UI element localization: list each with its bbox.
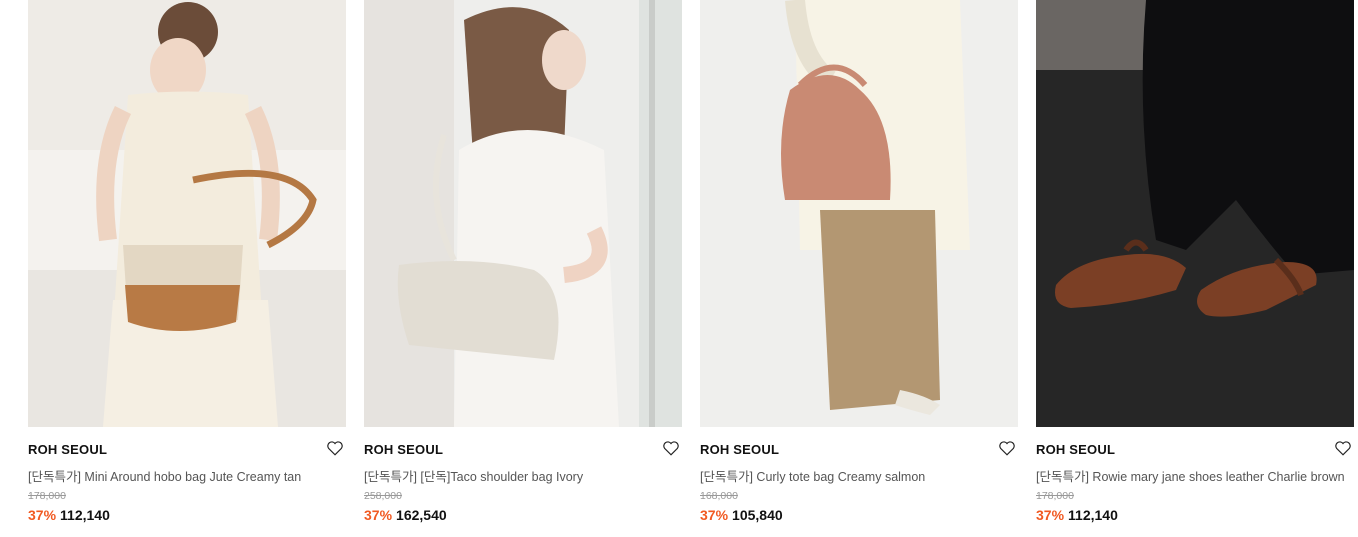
product-card[interactable]: ROH SEOUL [단독특가] Rowie mary jane shoes l… bbox=[1036, 0, 1354, 537]
shoulder-bag-photo bbox=[364, 0, 682, 427]
sale-price: 112,140 bbox=[1068, 507, 1118, 523]
heart-outline-icon[interactable] bbox=[1334, 439, 1352, 457]
original-price: 178,000 bbox=[28, 490, 66, 502]
product-card[interactable]: ROH SEOUL [단독특가] Curly tote bag Creamy s… bbox=[700, 0, 1018, 537]
original-price: 258,000 bbox=[364, 490, 402, 502]
heart-outline-icon[interactable] bbox=[326, 439, 344, 457]
product-card[interactable]: ROH SEOUL [단독특가] [단독]Taco shoulder bag I… bbox=[364, 0, 682, 537]
product-name[interactable]: [단독특가] Mini Around hobo bag Jute Creamy … bbox=[28, 466, 301, 485]
discount-rate: 37% bbox=[1036, 507, 1065, 523]
brand-name[interactable]: ROH SEOUL bbox=[364, 442, 443, 457]
price-line: 37% 112,140 bbox=[1036, 507, 1118, 523]
price-line: 37% 112,140 bbox=[28, 507, 110, 523]
original-price: 168,000 bbox=[700, 490, 738, 502]
product-name[interactable]: [단독특가] Curly tote bag Creamy salmon bbox=[700, 466, 925, 485]
price-line: 37% 105,840 bbox=[700, 507, 783, 523]
mary-jane-shoes-photo bbox=[1036, 0, 1354, 427]
discount-rate: 37% bbox=[364, 507, 393, 523]
heart-outline-icon[interactable] bbox=[662, 439, 680, 457]
sale-price: 112,140 bbox=[60, 507, 110, 523]
discount-rate: 37% bbox=[28, 507, 57, 523]
sale-price: 105,840 bbox=[732, 507, 783, 523]
product-image[interactable] bbox=[1036, 0, 1354, 427]
original-price: 178,000 bbox=[1036, 490, 1074, 502]
hobo-bag-photo bbox=[28, 0, 346, 427]
brand-name[interactable]: ROH SEOUL bbox=[28, 442, 107, 457]
heart-outline-icon[interactable] bbox=[998, 439, 1016, 457]
brand-name[interactable]: ROH SEOUL bbox=[700, 442, 779, 457]
product-name[interactable]: [단독특가] [단독]Taco shoulder bag Ivory bbox=[364, 466, 583, 485]
product-image[interactable] bbox=[28, 0, 346, 427]
product-name[interactable]: [단독특가] Rowie mary jane shoes leather Cha… bbox=[1036, 466, 1345, 485]
price-line: 37% 162,540 bbox=[364, 507, 447, 523]
discount-rate: 37% bbox=[700, 507, 729, 523]
product-image[interactable] bbox=[364, 0, 682, 427]
product-image[interactable] bbox=[700, 0, 1018, 427]
brand-name[interactable]: ROH SEOUL bbox=[1036, 442, 1115, 457]
tote-bag-photo bbox=[700, 0, 1018, 427]
product-card[interactable]: ROH SEOUL [단독특가] Mini Around hobo bag Ju… bbox=[28, 0, 346, 537]
sale-price: 162,540 bbox=[396, 507, 447, 523]
